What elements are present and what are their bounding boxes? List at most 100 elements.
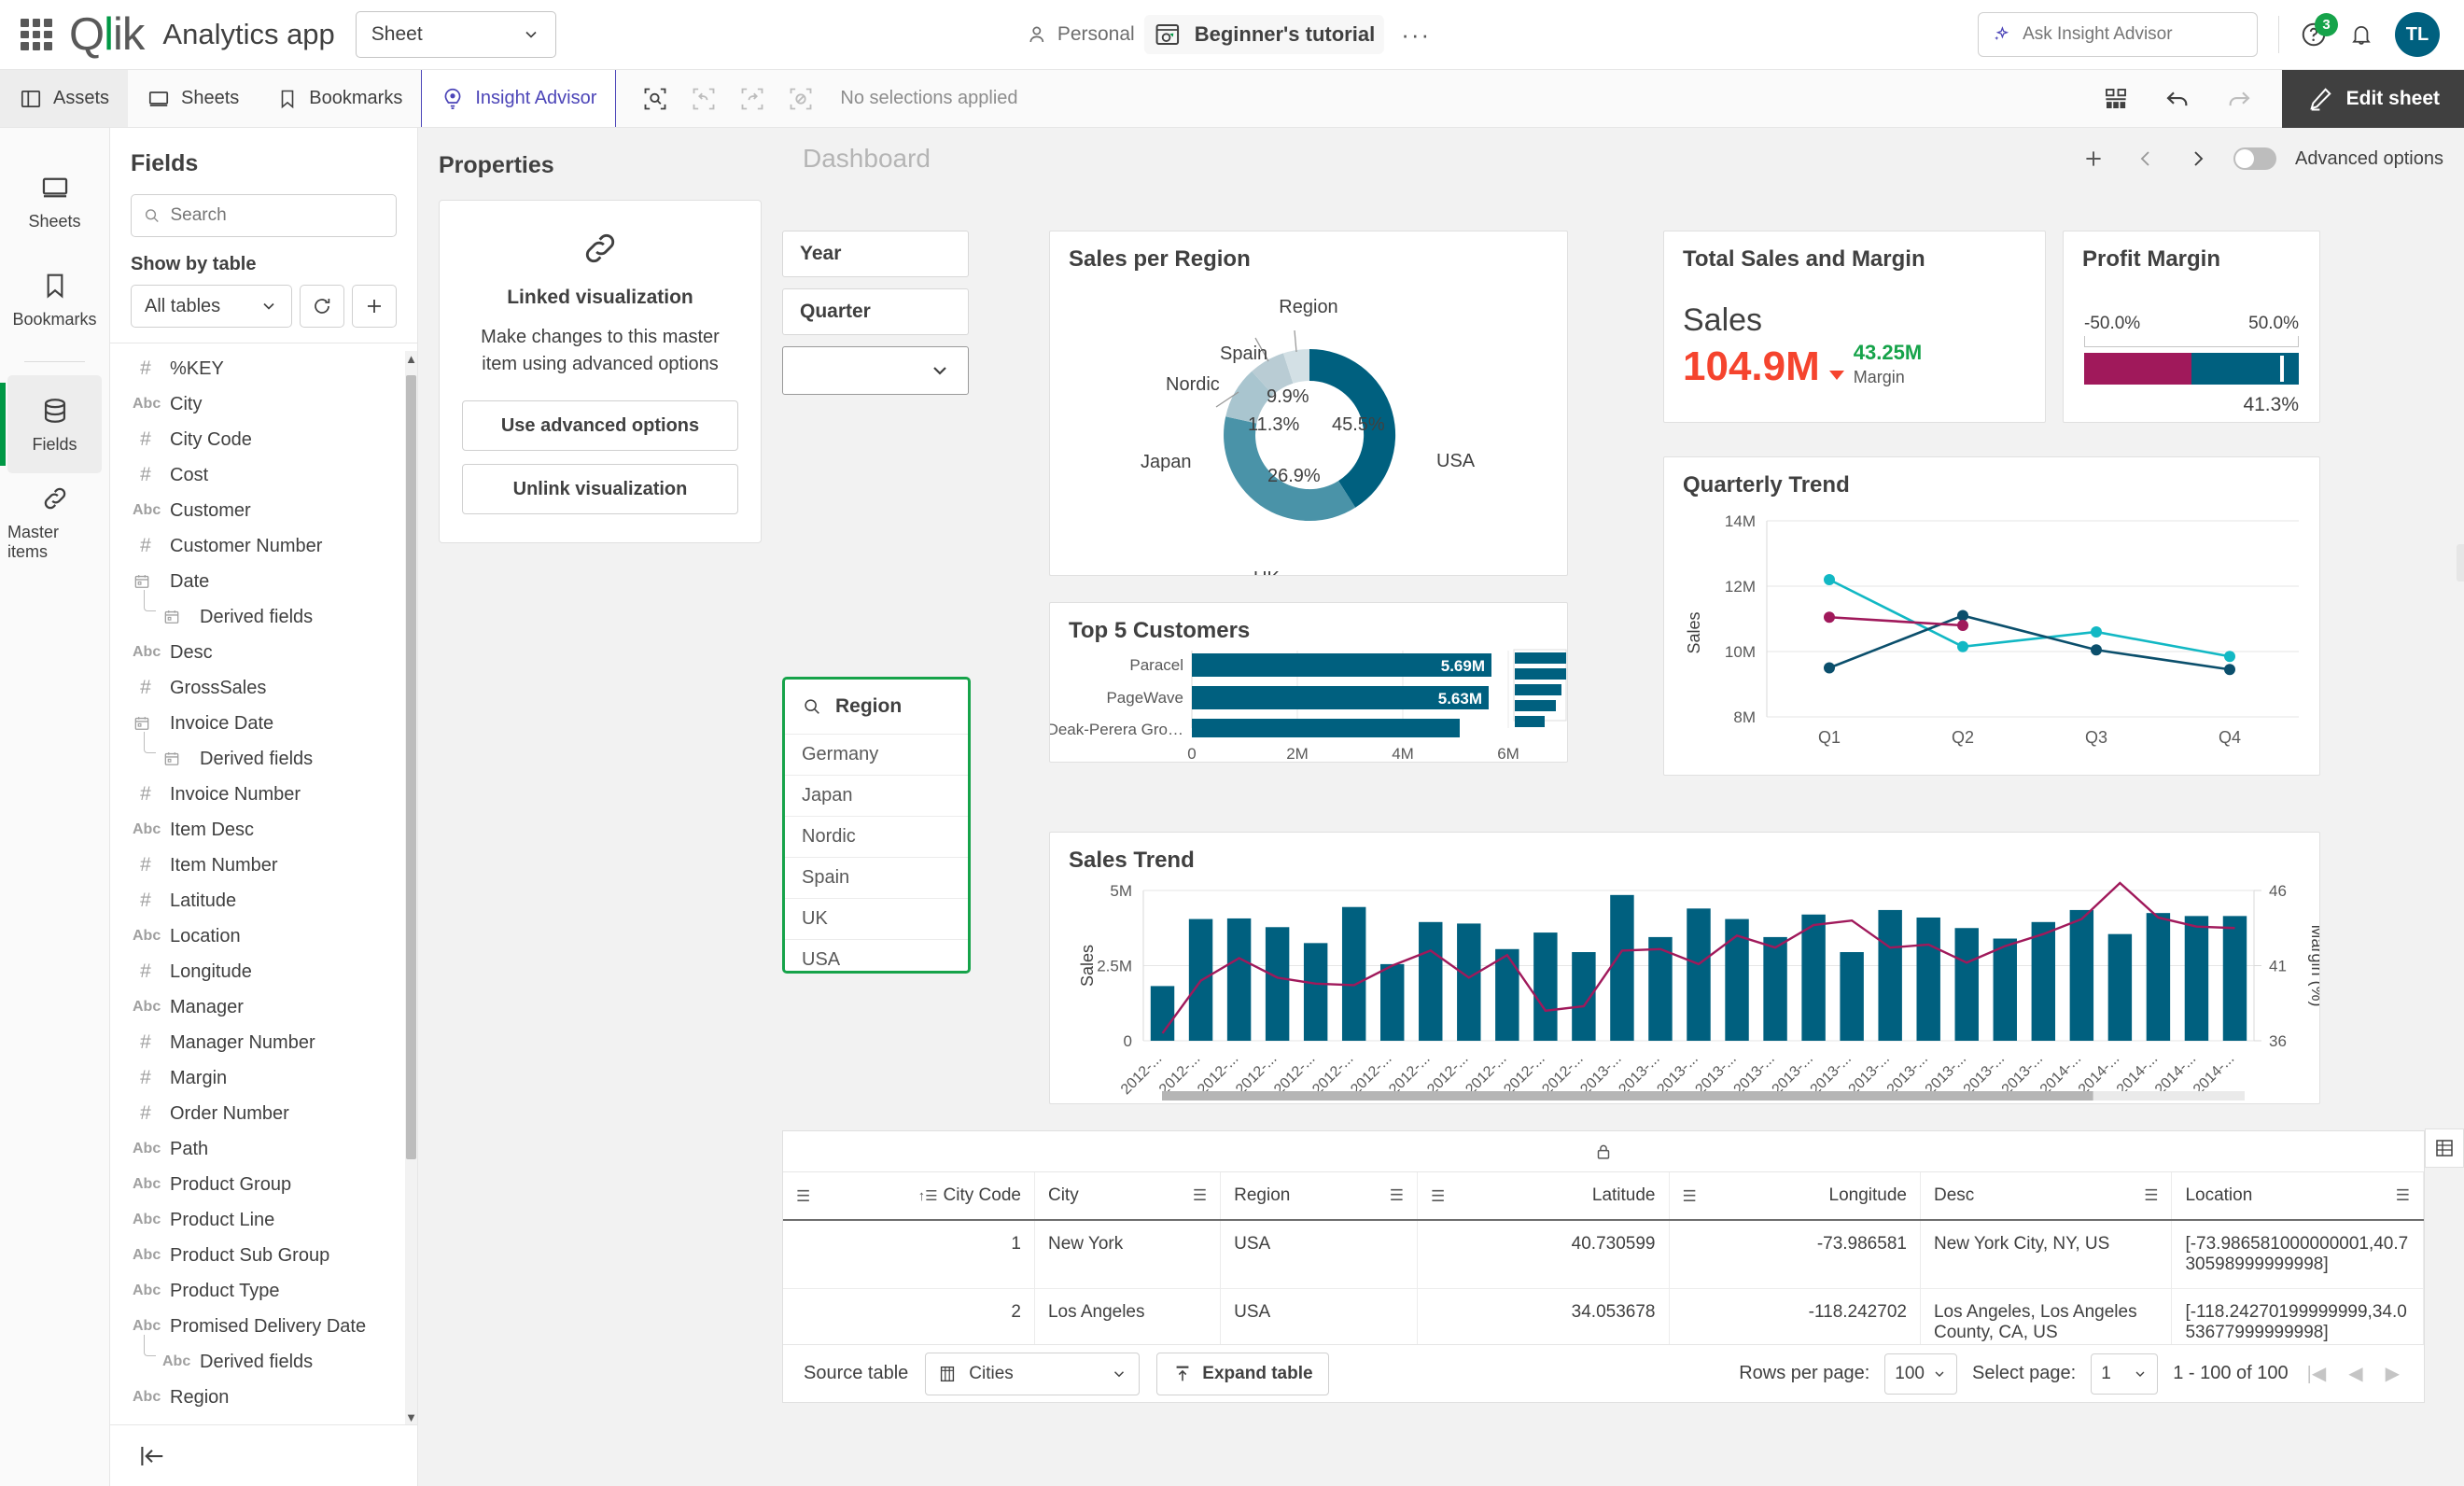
filter-pane-region-item[interactable]: UK: [785, 898, 968, 939]
filter-pane-region[interactable]: Region Germany Japan Nordic Spain UK USA: [782, 677, 971, 974]
bar-sales[interactable]: [1572, 952, 1596, 1041]
add-field-button[interactable]: [352, 285, 397, 328]
field-list-scroll[interactable]: # %KEY Abc City # City Code # Cost Abc Customer # C…: [110, 343, 404, 1424]
table-filter-select[interactable]: All tables: [131, 285, 292, 328]
filter-pane-region-item[interactable]: Germany: [785, 734, 968, 775]
field-item[interactable]: Abc Product Sub Group: [110, 1238, 404, 1273]
field-item[interactable]: Abc Derived fields: [110, 1335, 404, 1380]
collapse-panel-icon[interactable]: [138, 1442, 166, 1470]
table-cell[interactable]: 2: [783, 1288, 1035, 1344]
next-sheet-button[interactable]: [2181, 142, 2215, 175]
panel-resize-handle[interactable]: [2457, 544, 2464, 582]
table-column-header[interactable]: City ☰: [1034, 1172, 1222, 1221]
field-item[interactable]: Abc Path: [110, 1131, 404, 1167]
field-item[interactable]: Abc Item Desc: [110, 812, 404, 848]
bar-sales[interactable]: [1303, 943, 1328, 1041]
bar-sales[interactable]: [1380, 963, 1405, 1041]
field-item[interactable]: Abc Region: [110, 1380, 404, 1415]
previous-sheet-button[interactable]: [2129, 142, 2163, 175]
app-more-menu[interactable]: ···: [1393, 21, 1438, 49]
bar-sales[interactable]: [2069, 909, 2094, 1041]
field-item[interactable]: Abc Customer: [110, 493, 404, 528]
bar-sales[interactable]: [2222, 916, 2247, 1041]
bar-sales[interactable]: [1610, 894, 1634, 1041]
line-series-2014[interactable]: [1828, 615, 1964, 627]
bar-sales[interactable]: [1878, 909, 1902, 1041]
bar-sales[interactable]: [1226, 918, 1252, 1041]
tab-assets[interactable]: Assets: [0, 70, 129, 127]
field-item[interactable]: # %KEY: [110, 351, 404, 386]
table-cell[interactable]: Los Angeles, Los Angeles County, CA, US: [1920, 1288, 2173, 1344]
field-item[interactable]: # Cost: [110, 457, 404, 493]
column-menu-icon[interactable]: ☰: [1390, 1186, 1404, 1204]
column-menu-icon[interactable]: ☰: [1431, 1188, 1445, 1204]
expand-table-button[interactable]: Expand table: [1156, 1352, 1329, 1395]
chart-sales-per-region[interactable]: Sales per Region Region Spain Nordic Jap…: [1049, 231, 1568, 576]
app-chip[interactable]: Beginner's tutorial: [1143, 15, 1385, 54]
rows-per-page-select[interactable]: 100: [1884, 1353, 1957, 1395]
field-item[interactable]: Abc Manager: [110, 989, 404, 1025]
field-item[interactable]: # Latitude: [110, 883, 404, 918]
filter-pane-region-header[interactable]: Region: [785, 680, 968, 734]
rail-item-bookmarks[interactable]: Bookmarks: [7, 250, 102, 348]
tab-bookmarks[interactable]: Bookmarks: [258, 70, 421, 127]
field-item[interactable]: Abc City: [110, 386, 404, 422]
avatar[interactable]: TL: [2395, 12, 2440, 57]
bar-sales[interactable]: [1495, 948, 1519, 1041]
insight-advisor-search[interactable]: [1978, 12, 2258, 57]
tab-insight-advisor[interactable]: Insight Advisor: [421, 70, 617, 127]
bar-sales[interactable]: [1763, 936, 1787, 1041]
table-cell[interactable]: -118.242702: [1669, 1288, 1921, 1344]
field-item[interactable]: Abc Location: [110, 918, 404, 954]
field-item[interactable]: # Sales: [110, 1415, 404, 1424]
table-column-header[interactable]: Location ☰: [2171, 1172, 2424, 1221]
space-personal[interactable]: Personal: [1026, 23, 1135, 46]
field-item[interactable]: # Manager Number: [110, 1025, 404, 1060]
bar-sales[interactable]: [1419, 921, 1443, 1041]
field-item[interactable]: # Longitude: [110, 954, 404, 989]
advanced-options-toggle[interactable]: [2233, 147, 2276, 170]
tab-sheets[interactable]: Sheets: [128, 70, 258, 127]
table-cell[interactable]: Los Angeles: [1034, 1288, 1222, 1344]
search-input[interactable]: [170, 205, 385, 226]
bar-sales[interactable]: [1265, 927, 1290, 1041]
field-item[interactable]: Abc Product Line: [110, 1202, 404, 1238]
table-column-header[interactable]: Desc ☰: [1920, 1172, 2173, 1221]
filter-pane-region-item[interactable]: USA: [785, 939, 968, 971]
notifications-button[interactable]: [2348, 21, 2374, 48]
bar-sales[interactable]: [2146, 913, 2171, 1041]
qlik-logo[interactable]: Ql ik: [69, 11, 145, 58]
column-menu-icon[interactable]: ☰: [1683, 1188, 1697, 1204]
bar-sales[interactable]: [1954, 928, 1979, 1041]
table-row[interactable]: 1 New York USA 40.730599 -73.986581 New York …: [783, 1220, 2424, 1289]
column-menu-icon[interactable]: ☰: [796, 1188, 810, 1204]
kpi-total-sales-and-margin[interactable]: Total Sales and Margin Sales 104.9M 43.2…: [1663, 231, 2046, 423]
filter-quarter[interactable]: Quarter: [782, 288, 969, 335]
app-launcher-icon[interactable]: [21, 19, 52, 50]
field-item[interactable]: # Margin: [110, 1060, 404, 1096]
table-cell[interactable]: USA: [1220, 1288, 1419, 1344]
field-item[interactable]: Derived fields: [110, 590, 404, 635]
table-view-toggle-button[interactable]: [2425, 1129, 2464, 1168]
edit-sheet-button[interactable]: Edit sheet: [2281, 69, 2464, 128]
filter-pane-region-item[interactable]: Spain: [785, 857, 968, 898]
table-cell[interactable]: [-73.986581000000001,40.730598999999998]: [2171, 1220, 2424, 1289]
undo-button[interactable]: [2159, 80, 2196, 118]
table-cell[interactable]: New York City, NY, US: [1920, 1220, 2173, 1289]
bar-sales[interactable]: [2031, 921, 2056, 1041]
chart-quarterly-trend[interactable]: Quarterly Trend 14M 12M 10M 8M Sales Q1 …: [1663, 456, 2320, 776]
bar-sales[interactable]: [2107, 933, 2133, 1041]
field-item[interactable]: # Order Number: [110, 1096, 404, 1131]
field-item[interactable]: # GrossSales: [110, 670, 404, 706]
bar-sales[interactable]: [1916, 917, 1940, 1041]
field-list-scrollbar[interactable]: ▲ ▼: [405, 351, 417, 1424]
rail-item-sheets[interactable]: Sheets: [7, 152, 102, 250]
bar-deak-perera[interactable]: [1192, 719, 1460, 737]
field-item[interactable]: # Invoice Number: [110, 777, 404, 812]
add-sheet-button[interactable]: [2077, 142, 2110, 175]
field-item[interactable]: # Item Number: [110, 848, 404, 883]
data-table[interactable]: ☰ ↑☰ City Code City ☰ Region ☰ ☰ Latitude ☰ Longit…: [783, 1172, 2424, 1344]
table-cell[interactable]: [-118.24270199999999,34.053677999999998]: [2171, 1288, 2424, 1344]
search-input[interactable]: [2023, 24, 2244, 45]
help-button[interactable]: 3: [2300, 13, 2338, 49]
